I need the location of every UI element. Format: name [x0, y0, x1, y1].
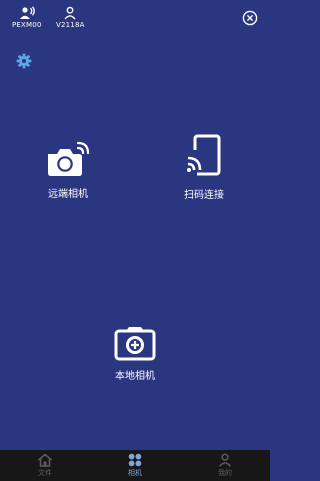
gear-icon[interactable] — [16, 53, 32, 69]
tab-profile[interactable]: 我的 — [180, 450, 270, 481]
device-v2118a[interactable]: V2118A — [56, 6, 85, 29]
person-icon — [219, 453, 231, 467]
tab-label: 我的 — [218, 469, 232, 477]
remote-camera-icon — [48, 141, 90, 176]
grid-icon — [128, 453, 142, 467]
home-icon — [38, 453, 52, 467]
scan-connect-label: 扫码连接 — [184, 190, 224, 201]
tab-files[interactable]: 文件 — [0, 450, 90, 481]
device-pexm00[interactable]: PEXM00 — [12, 6, 42, 29]
tab-label: 相机 — [128, 469, 142, 477]
local-camera-button[interactable]: 本地相机 — [105, 325, 165, 382]
tab-label: 文件 — [38, 469, 52, 477]
local-camera-label: 本地相机 — [115, 371, 155, 382]
device-label: V2118A — [56, 21, 85, 29]
local-camera-icon — [114, 327, 156, 361]
device-label: PEXM00 — [12, 21, 42, 29]
wireless-user-icon — [19, 6, 35, 19]
remote-camera-label: 远端相机 — [48, 189, 88, 200]
close-icon[interactable] — [242, 10, 258, 26]
cast-icon — [186, 134, 221, 178]
bottom-tab-bar: 文件 相机 我的 — [0, 450, 270, 481]
remote-camera-button[interactable]: 远端相机 — [38, 141, 98, 200]
tab-camera[interactable]: 相机 — [90, 450, 180, 481]
user-icon — [64, 6, 76, 20]
scan-connect-button[interactable]: 扫码连接 — [174, 134, 234, 201]
